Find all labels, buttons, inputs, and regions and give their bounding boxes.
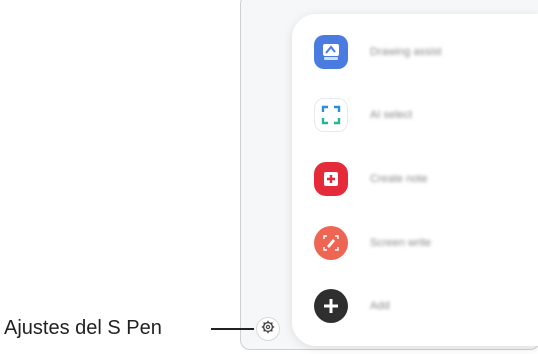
air-command-item-drawing-assist[interactable]: Drawing assist bbox=[314, 32, 442, 72]
gear-icon bbox=[261, 320, 275, 339]
callout-leader-line bbox=[211, 328, 254, 330]
plus-icon bbox=[314, 289, 348, 323]
drawing-assist-icon bbox=[314, 35, 348, 69]
air-command-item-label: Create note bbox=[370, 173, 428, 185]
air-command-item-label: AI select bbox=[370, 109, 413, 121]
air-command-item-label: Screen write bbox=[370, 237, 432, 249]
air-command-item-label: Add bbox=[370, 300, 390, 312]
air-command-item-label: Drawing assist bbox=[370, 46, 442, 58]
callout-label: Ajustes del S Pen bbox=[4, 317, 162, 339]
create-note-icon bbox=[314, 162, 348, 196]
air-command-item-screen-write[interactable]: Screen write bbox=[314, 223, 431, 263]
air-command-item-add[interactable]: Add bbox=[314, 286, 390, 326]
settings-button[interactable] bbox=[256, 317, 280, 341]
air-command-item-ai-select[interactable]: AI select bbox=[314, 95, 412, 135]
air-command-panel: Drawing assist AI select Create note Scr… bbox=[292, 14, 538, 346]
screen-write-icon bbox=[314, 226, 348, 260]
air-command-item-create-note[interactable]: Create note bbox=[314, 159, 427, 199]
ai-select-icon bbox=[314, 98, 348, 132]
